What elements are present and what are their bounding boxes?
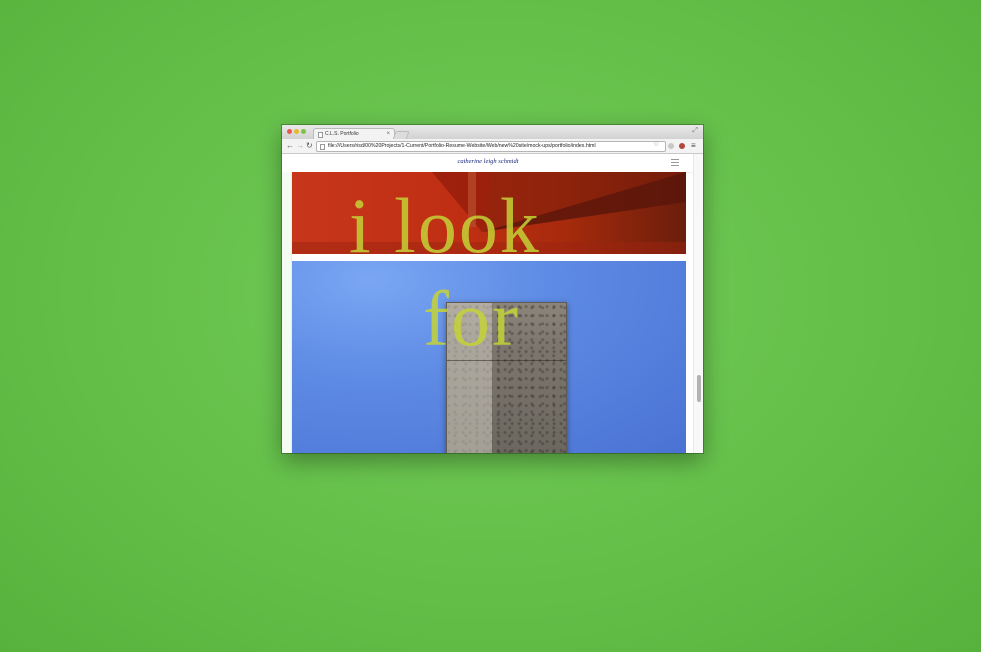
bookmark-star-icon[interactable]: ☆ [653,140,659,149]
back-icon[interactable]: ← [286,140,294,152]
scrollbar[interactable] [693,154,703,453]
page-icon [318,132,323,138]
scrollbar-thumb[interactable] [697,375,701,402]
page-viewport: catherine leigh schmidt i look for [282,154,703,453]
title-bar: C.L.S. Portfolio × ⤢ [282,125,703,140]
close-window-button[interactable] [287,129,292,134]
address-bar[interactable]: file:///Users/risd/00%20Projects/1-Curre… [316,141,666,152]
browser-window: C.L.S. Portfolio × ⤢ ← → ↻ file:///Users… [282,125,703,453]
site-title[interactable]: catherine leigh schmidt [282,158,694,165]
url-text: file:///Users/risd/00%20Projects/1-Curre… [328,143,596,149]
minimize-window-button[interactable] [294,129,299,134]
menu-icon[interactable]: ≡ [691,140,696,152]
site-header: catherine leigh schmidt [282,154,694,173]
hamburger-menu-icon[interactable] [671,159,679,168]
extension-icon[interactable] [668,143,674,149]
browser-toolbar: ← → ↻ file:///Users/risd/00%20Projects/1… [282,139,703,154]
left-margin [282,172,292,453]
fullscreen-icon[interactable]: ⤢ [692,127,698,135]
zoom-window-button[interactable] [301,129,306,134]
reload-icon[interactable]: ↻ [306,140,313,152]
file-icon [320,144,325,150]
extension-icon[interactable] [679,143,685,149]
forward-icon[interactable]: → [296,140,304,152]
overlay-text-line-2: for [423,275,520,362]
overlay-text-line-1: i look [349,182,541,269]
